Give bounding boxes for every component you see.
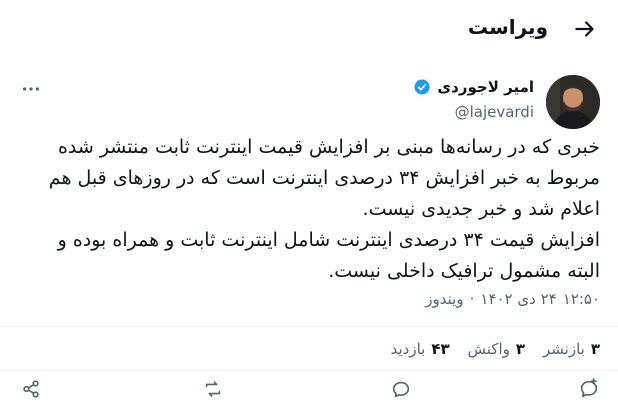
action-bar — [0, 372, 618, 403]
tweet-line: مربوط به خبر افزایش ۳۴ درصدی اینترنت است… — [48, 167, 600, 189]
divider — [0, 370, 618, 371]
tweet-line: اعلام شد و خبر جدیدی نیست. — [362, 198, 600, 220]
verified-badge-icon — [413, 78, 431, 96]
arrow-right-icon[interactable] — [572, 16, 598, 42]
reply-icon[interactable] — [578, 378, 600, 400]
more-icon[interactable] — [20, 78, 42, 100]
quotes-label: واکنش — [467, 340, 510, 358]
share-icon[interactable] — [20, 378, 42, 400]
tweet-source: ویندوز — [425, 290, 464, 308]
repost-icon[interactable] — [202, 378, 224, 400]
reposts-label: بازنشر — [543, 340, 585, 358]
meta-separator: · — [469, 290, 475, 308]
views-count: ۴۳ — [431, 340, 450, 358]
tweet-line: خبری که در رسانه‌ها مبنی بر افزایش قیمت … — [57, 136, 600, 158]
quotes-stat[interactable]: ۳ واکنش — [468, 340, 525, 358]
tweet-time[interactable]: ۱۲:۵۰ — [563, 290, 600, 308]
views-stat[interactable]: ۴۳ بازدید — [391, 340, 450, 358]
like-icon[interactable] — [390, 378, 412, 400]
tweet-line: البته مشمول ترافیک داخلی نیست. — [328, 260, 600, 282]
page-title: ویراست — [467, 15, 548, 39]
tweet-meta: ۱۲:۵۰ ۲۴ دی ۱۴۰۲ · ویندوز — [425, 290, 600, 308]
tweet-date[interactable]: ۲۴ دی ۱۴۰۲ — [480, 290, 556, 308]
views-label: بازدید — [390, 340, 426, 358]
top-bar: ویراست — [0, 0, 618, 58]
author-name[interactable]: امیر لاجوردی — [437, 78, 534, 96]
tweet-line: افزایش قیمت ۳۴ درصدی اینترنت شامل اینترن… — [57, 229, 600, 251]
tweet-text: خبری که در رسانه‌ها مبنی بر افزایش قیمت … — [10, 132, 600, 287]
author-row: امیر لاجوردی — [413, 78, 534, 96]
reposts-count: ۳ — [590, 340, 600, 358]
reposts-stat[interactable]: ۳ بازنشر — [543, 340, 600, 358]
avatar[interactable] — [546, 75, 600, 129]
divider — [0, 326, 618, 327]
quotes-count: ۳ — [515, 340, 526, 358]
tweet-stats: ۳ بازنشر ۳ واکنش ۴۳ بازدید — [391, 340, 600, 358]
author-handle[interactable]: @lajevardi — [455, 103, 534, 121]
